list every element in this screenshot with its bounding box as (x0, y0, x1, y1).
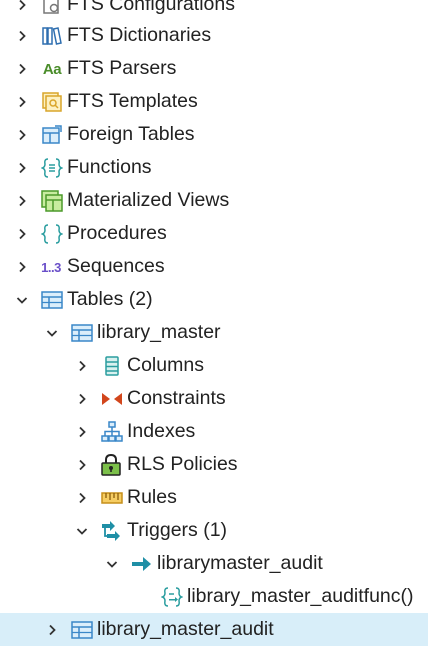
tree-node-label: Materialized Views (67, 189, 230, 211)
tree-node-fts-dictionaries[interactable]: FTS Dictionaries (0, 19, 428, 52)
tree-node-library-master-auditfunc[interactable]: library_master_auditfunc() (0, 580, 428, 613)
chevron-right-icon[interactable] (14, 151, 30, 184)
tree-node-sequences[interactable]: 1..3 Sequences (0, 250, 428, 283)
tables-icon (41, 289, 63, 311)
sequences-icon: 1..3 (41, 259, 61, 275)
chevron-right-icon[interactable] (14, 118, 30, 151)
tree-node-library-master-audit[interactable]: library_master_audit (0, 613, 428, 646)
tree-node-label: FTS Parsers (67, 57, 177, 79)
tree-node-label: FTS Configurations (67, 0, 235, 15)
tree-node-label: Foreign Tables (67, 123, 195, 145)
procedures-icon (41, 223, 63, 245)
chevron-down-icon[interactable] (74, 514, 90, 547)
tree-node-procedures[interactable]: Procedures (0, 217, 428, 250)
tree-node-label: Columns (127, 354, 204, 376)
foreign-tables-icon (41, 124, 63, 146)
tree-node-materialized-views[interactable]: Materialized Views (0, 184, 428, 217)
chevron-right-icon[interactable] (44, 613, 60, 646)
fts-configurations-icon (41, 0, 63, 16)
chevron-down-icon[interactable] (44, 316, 60, 349)
chevron-right-icon[interactable] (74, 382, 90, 415)
tree-node-constraints[interactable]: Constraints (0, 382, 428, 415)
tree-node-label: Rules (127, 486, 177, 508)
tree-node-indexes[interactable]: Indexes (0, 415, 428, 448)
tree-node-label: librarymaster_audit (157, 552, 323, 574)
tree-node-label: FTS Dictionaries (67, 24, 212, 46)
tree-node-fts-configurations[interactable]: FTS Configurations (0, 0, 428, 21)
fts-parsers-icon: Aa (42, 60, 62, 78)
object-explorer-tree: FTS Configurations FTS Dictionaries Aa F… (0, 0, 432, 652)
trigger-function-icon (161, 586, 183, 608)
tree-node-label: library_master_auditfunc() (187, 585, 414, 607)
chevron-right-icon[interactable] (14, 85, 30, 118)
indexes-icon (101, 421, 123, 443)
tree-node-label: RLS Policies (127, 453, 238, 475)
chevron-right-icon[interactable] (14, 52, 30, 85)
rls-policies-icon (100, 454, 122, 476)
trigger-icon (131, 553, 153, 575)
tree-node-label: Tables (2) (67, 288, 153, 310)
tree-node-fts-templates[interactable]: FTS Templates (0, 85, 428, 118)
fts-dictionaries-icon (41, 25, 63, 47)
chevron-right-icon[interactable] (14, 184, 30, 217)
tree-node-functions[interactable]: Functions (0, 151, 428, 184)
chevron-right-icon[interactable] (14, 250, 30, 283)
functions-icon (41, 157, 63, 179)
tree-node-label: library_master_audit (97, 618, 274, 640)
tree-node-triggers[interactable]: Triggers (1) (0, 514, 428, 547)
chevron-right-icon[interactable] (74, 349, 90, 382)
chevron-right-icon[interactable] (14, 19, 30, 52)
tree-node-label: Procedures (67, 222, 167, 244)
tree-node-label: Triggers (1) (127, 519, 228, 541)
triggers-icon (101, 520, 123, 542)
chevron-right-icon[interactable] (74, 481, 90, 514)
materialized-views-icon (41, 190, 63, 212)
tree-node-librarymaster-audit-trigger[interactable]: librarymaster_audit (0, 547, 428, 580)
chevron-right-icon[interactable] (74, 448, 90, 481)
tree-node-tables[interactable]: Tables (2) (0, 283, 428, 316)
fts-templates-icon (41, 91, 63, 113)
chevron-right-icon[interactable] (14, 0, 30, 21)
tree-node-rls-policies[interactable]: RLS Policies (0, 448, 428, 481)
chevron-down-icon[interactable] (14, 283, 30, 316)
table-icon (71, 619, 93, 641)
tree-node-label: Sequences (67, 255, 165, 277)
tree-node-label: Constraints (127, 387, 226, 409)
tree-node-label: library_master (97, 321, 221, 343)
columns-icon (101, 355, 123, 377)
chevron-right-icon[interactable] (74, 415, 90, 448)
table-icon (71, 322, 93, 344)
tree-node-label: FTS Templates (67, 90, 198, 112)
tree-node-label: Indexes (127, 420, 196, 442)
chevron-down-icon[interactable] (104, 547, 120, 580)
rules-icon (101, 487, 123, 509)
tree-node-library-master[interactable]: library_master (0, 316, 428, 349)
chevron-right-icon[interactable] (14, 217, 30, 250)
tree-node-fts-parsers[interactable]: Aa FTS Parsers (0, 52, 428, 85)
tree-node-rules[interactable]: Rules (0, 481, 428, 514)
tree-node-columns[interactable]: Columns (0, 349, 428, 382)
constraints-icon (101, 388, 123, 410)
tree-node-label: Functions (67, 156, 152, 178)
tree-node-foreign-tables[interactable]: Foreign Tables (0, 118, 428, 151)
